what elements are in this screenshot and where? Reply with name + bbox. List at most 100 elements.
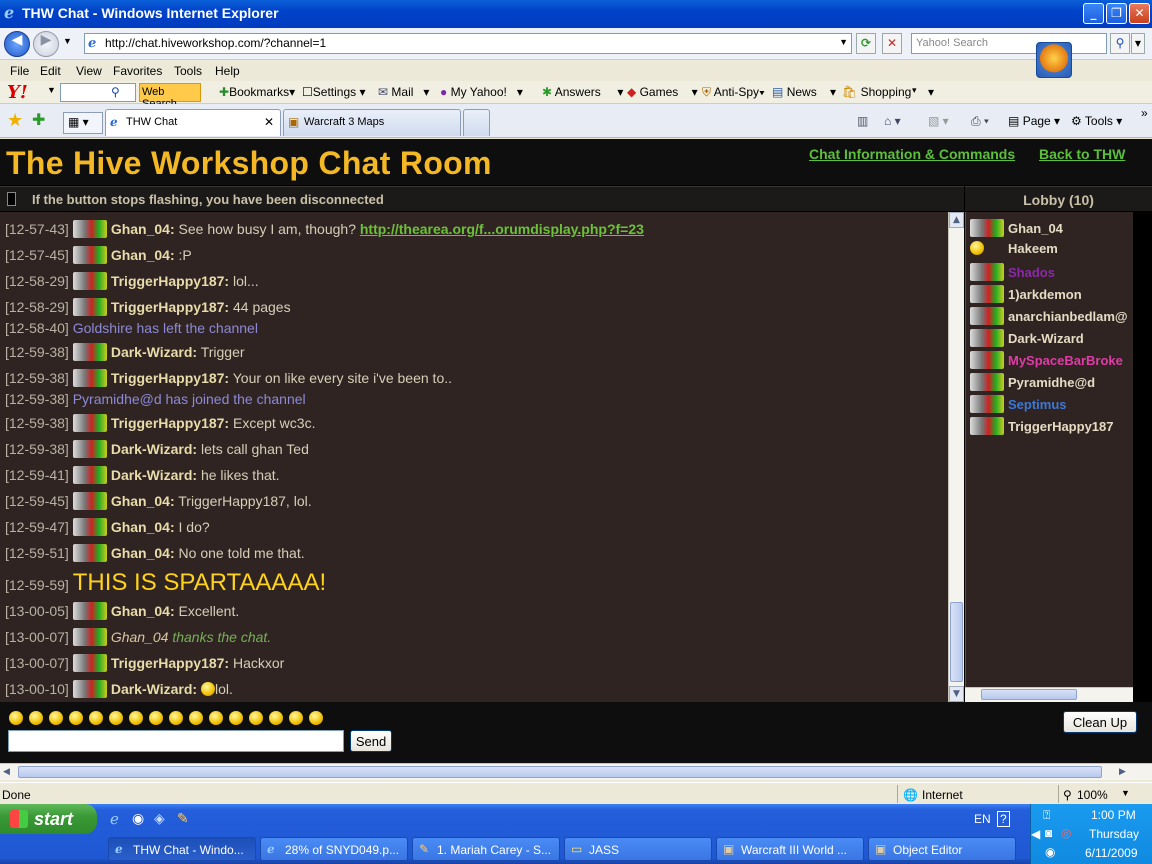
address-dropdown-icon[interactable]: ▼: [839, 37, 848, 47]
tab-thw-chat[interactable]: ℯ THW Chat ✕: [105, 109, 281, 136]
message-link[interactable]: http://thearea.org/f...orumdisplay.php?f…: [360, 221, 644, 237]
smiley-icon[interactable]: [29, 711, 43, 725]
tab-warcraft-3-maps[interactable]: ▣ Warcraft 3 Maps: [283, 109, 461, 136]
message-nick[interactable]: TriggerHappy187:: [111, 299, 229, 315]
bookmarks-button[interactable]: ✚Bookmarks▾: [219, 85, 295, 99]
search-input[interactable]: Yahoo! Search: [911, 33, 1107, 54]
web-search-button[interactable]: Web Search: [139, 83, 201, 110]
message-nick[interactable]: Dark-Wizard:: [111, 467, 197, 483]
smiley-icon[interactable]: [49, 711, 63, 725]
smiley-icon[interactable]: [209, 711, 223, 725]
refresh-button[interactable]: ⟳: [856, 33, 876, 54]
smiley-icon[interactable]: [289, 711, 303, 725]
app-quicklaunch-icon[interactable]: ✎: [177, 810, 189, 827]
yahoo-menu-dropdown-icon[interactable]: ▼: [47, 85, 56, 95]
scroll-up-icon[interactable]: ▲: [949, 212, 964, 228]
menu-view[interactable]: View: [76, 64, 102, 78]
stop-button[interactable]: ✕: [882, 33, 902, 54]
quick-tabs-button[interactable]: ▦ ▾: [63, 112, 103, 134]
tray-help-icon[interactable]: ⍰: [1043, 808, 1050, 823]
menu-tools[interactable]: Tools: [174, 64, 202, 78]
lobby-user[interactable]: 1)arkdemon: [970, 285, 1082, 303]
smiley-icon[interactable]: [169, 711, 183, 725]
news-button[interactable]: ▤ News ▾: [772, 85, 836, 99]
message-nick[interactable]: Ghan_04:: [111, 603, 175, 619]
search-button[interactable]: ⚲: [1110, 33, 1130, 54]
back-button[interactable]: ◀: [4, 31, 30, 57]
toolbar-more-icon[interactable]: ▾: [912, 85, 917, 96]
page-menu-button[interactable]: ▤ Page ▾: [1008, 114, 1060, 128]
settings-button[interactable]: ☐Settings ▾: [302, 85, 365, 99]
lobby-user[interactable]: anarchianbedlam@: [970, 307, 1128, 325]
lobby-user[interactable]: Ghan_04: [970, 219, 1063, 237]
smiley-icon[interactable]: [9, 711, 23, 725]
rss-feed-icon[interactable]: ▧ ▾: [928, 114, 949, 128]
message-nick[interactable]: TriggerHappy187:: [111, 370, 229, 386]
lobby-user[interactable]: TriggerHappy187: [970, 417, 1114, 435]
my-yahoo-button[interactable]: ● My Yahoo! ▾: [440, 85, 523, 99]
taskbar-button-thw-chat[interactable]: ℯ THW Chat - Windo...: [108, 837, 256, 861]
media-quicklaunch-icon[interactable]: ◉: [132, 810, 144, 827]
close-tab-icon[interactable]: ✕: [264, 115, 274, 129]
lobby-user[interactable]: MySpaceBarBroke: [970, 351, 1123, 369]
menu-file[interactable]: File: [10, 64, 29, 78]
history-dropdown-icon[interactable]: ▼: [63, 36, 72, 46]
tray-expand-icon[interactable]: ◀: [1031, 827, 1040, 841]
connection-indicator-button[interactable]: [7, 192, 16, 206]
taskbar-button-jass[interactable]: ▭ JASS: [564, 837, 712, 861]
close-button[interactable]: ✕: [1129, 3, 1150, 24]
message-nick[interactable]: Dark-Wizard:: [111, 681, 197, 697]
smiley-icon[interactable]: [129, 711, 143, 725]
start-button[interactable]: start: [0, 804, 97, 834]
window-title-bar[interactable]: ℯ THW Chat - Windows Internet Explorer _…: [0, 0, 1152, 28]
scroll-left-icon[interactable]: ◀: [3, 766, 10, 777]
lobby-user[interactable]: Pyramidhe@d: [970, 373, 1095, 391]
help-icon[interactable]: ?: [997, 811, 1010, 827]
zoom-dropdown-icon[interactable]: ▼: [1121, 788, 1130, 798]
message-nick[interactable]: Ghan_04: [111, 629, 169, 645]
message-nick[interactable]: Ghan_04:: [111, 493, 175, 509]
smiley-icon[interactable]: [149, 711, 163, 725]
clock-time[interactable]: 1:00 PM: [1091, 808, 1136, 822]
taskbar-button-music[interactable]: ✎ 1. Mariah Carey - S...: [412, 837, 560, 861]
message-input[interactable]: [8, 730, 344, 752]
search-options-icon[interactable]: ▼: [1131, 33, 1145, 54]
taskbar-button-world-editor[interactable]: ▣ Warcraft III World ...: [716, 837, 864, 861]
chat-info-link[interactable]: Chat Information & Commands: [809, 146, 1015, 162]
tray-volume-icon[interactable]: ◉: [1045, 845, 1055, 859]
forward-button[interactable]: ▶: [33, 31, 59, 57]
lobby-user[interactable]: Dark-Wizard: [970, 329, 1084, 347]
smiley-icon[interactable]: [189, 711, 203, 725]
taskbar-button-object-editor[interactable]: ▣ Object Editor: [868, 837, 1016, 861]
message-nick[interactable]: TriggerHappy187:: [111, 415, 229, 431]
send-button[interactable]: Send: [350, 730, 392, 752]
page-horizontal-scrollbar[interactable]: ◀ ▶: [0, 763, 1152, 780]
message-nick[interactable]: TriggerHappy187:: [111, 655, 229, 671]
page-scroll-thumb[interactable]: [18, 766, 1102, 778]
lobby-user[interactable]: Shados: [970, 263, 1055, 281]
games-button[interactable]: ◆ Games ▾: [627, 85, 698, 99]
taskbar-button-download[interactable]: ℯ 28% of SNYD049.p...: [260, 837, 408, 861]
print-icon[interactable]: ⎙ ▾: [971, 114, 989, 129]
lobby-user[interactable]: Septimus: [970, 395, 1067, 413]
message-nick[interactable]: Ghan_04:: [111, 519, 175, 535]
smiley-icon[interactable]: [109, 711, 123, 725]
minimize-button[interactable]: _: [1083, 3, 1104, 24]
address-bar[interactable]: ℯ http://chat.hiveworkshop.com/?channel=…: [84, 33, 852, 54]
lobby-user[interactable]: Hakeem: [970, 241, 1058, 256]
message-nick[interactable]: Ghan_04:: [111, 247, 175, 263]
scroll-right-icon[interactable]: ▶: [1119, 766, 1126, 777]
tray-security-icon[interactable]: ◎: [1061, 826, 1071, 840]
menu-help[interactable]: Help: [215, 64, 240, 78]
language-indicator[interactable]: EN: [974, 812, 991, 826]
shopping-button[interactable]: 🛍 Shopping ▾: [842, 85, 934, 99]
browser-quicklaunch-icon[interactable]: ◈: [154, 810, 165, 827]
tray-network-icon[interactable]: ◙: [1045, 826, 1052, 840]
smiley-icon[interactable]: [69, 711, 83, 725]
message-nick[interactable]: TriggerHappy187:: [111, 273, 229, 289]
smiley-icon[interactable]: [89, 711, 103, 725]
new-tab-button[interactable]: [463, 109, 490, 136]
yahoo-search-input[interactable]: ⚲: [60, 83, 136, 102]
chat-scrollbar[interactable]: ▲ ▼: [948, 212, 964, 702]
answers-button[interactable]: ✱ Answers ▾: [542, 85, 623, 99]
